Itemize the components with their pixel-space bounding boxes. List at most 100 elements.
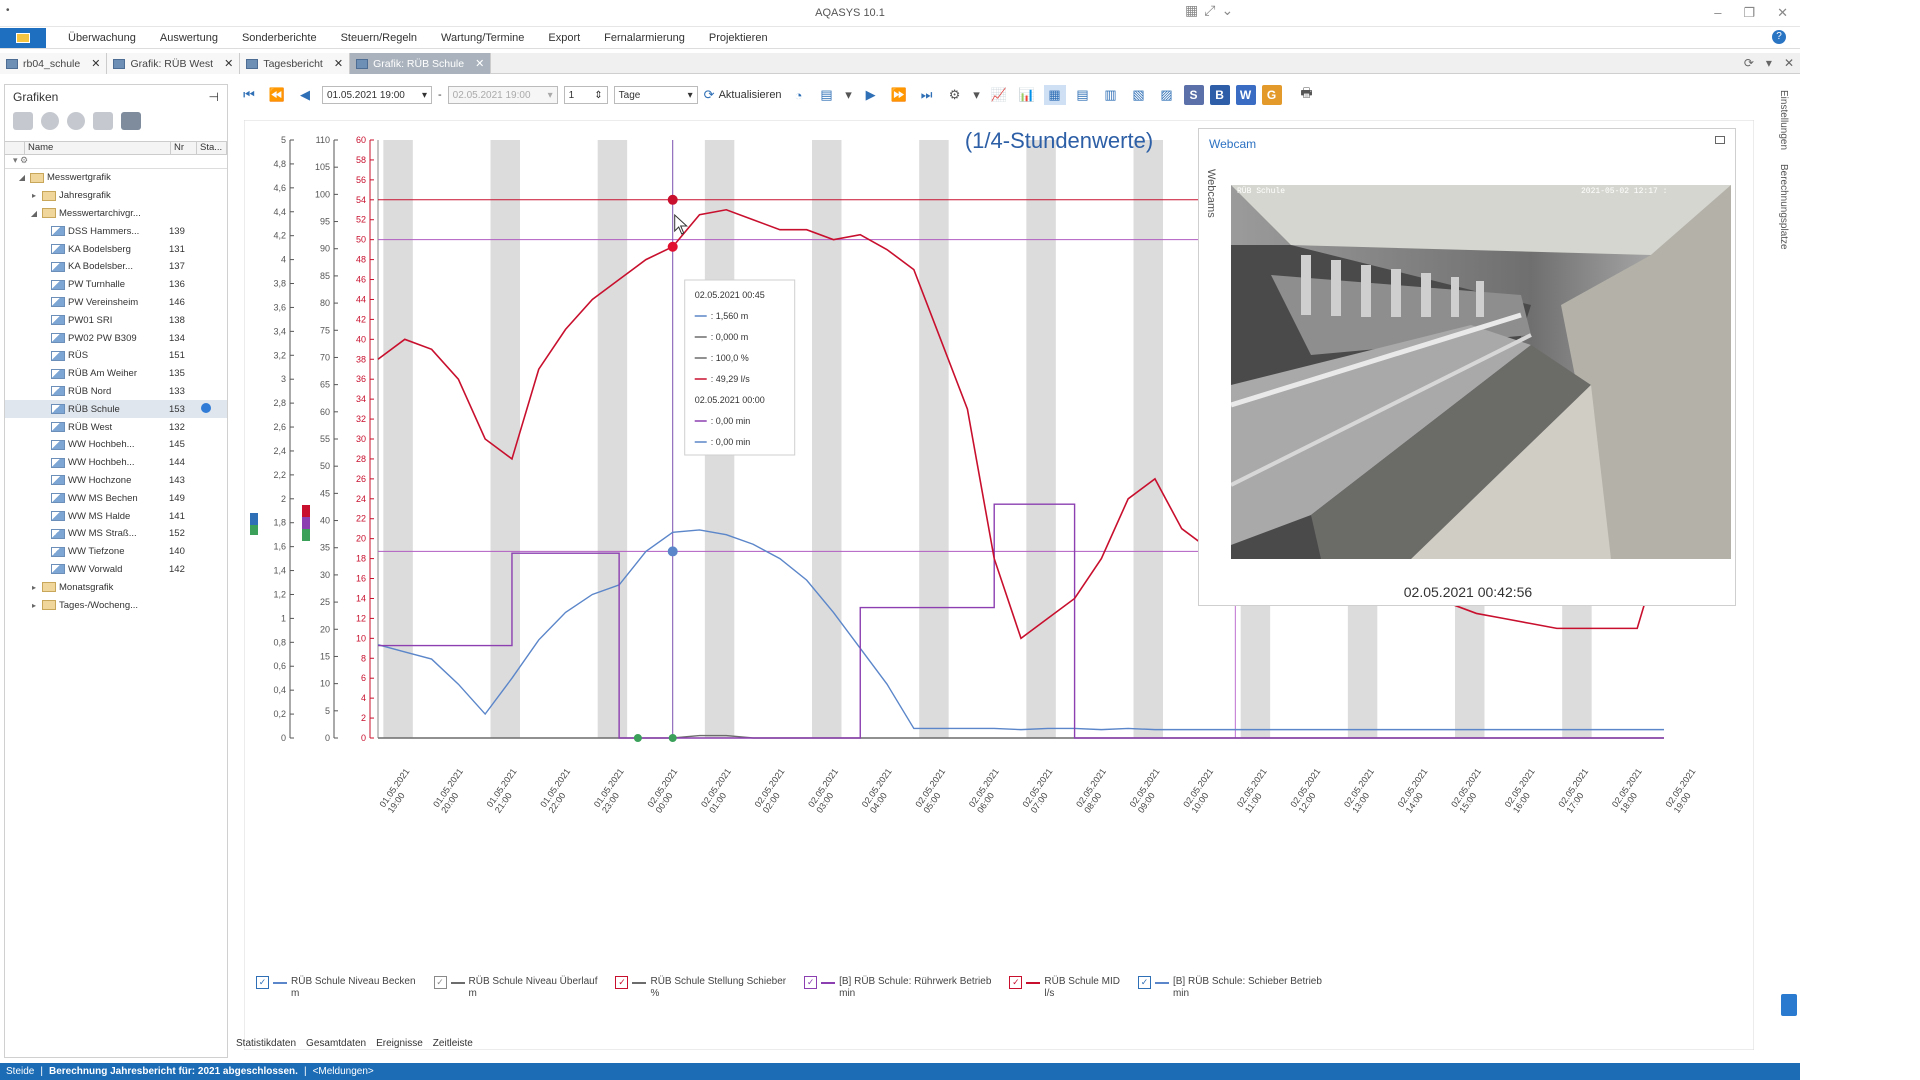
close-tab-icon[interactable]: ✕: [475, 57, 484, 70]
close-tab-icon[interactable]: ✕: [334, 57, 343, 70]
menu-wartung-termine[interactable]: Wartung/Termine: [429, 32, 536, 44]
help-icon[interactable]: ?: [1772, 30, 1786, 44]
legend-checkbox[interactable]: ✓: [1137, 976, 1151, 989]
menu-auswertung[interactable]: Auswertung: [148, 32, 230, 44]
tree-item[interactable]: KA Bodelsberg 131: [5, 240, 227, 258]
legend-item[interactable]: ✓ [B] RÜB Schule: Schieber Betrieb min: [1137, 976, 1322, 1000]
tree-item[interactable]: RÜB Schule 153: [5, 400, 227, 419]
legend-checkbox[interactable]: ✓: [615, 976, 629, 989]
tree-item[interactable]: ▸ Jahresgrafik: [5, 187, 227, 205]
calendar-icon[interactable]: ▤: [816, 85, 838, 105]
legend-item[interactable]: ✓ [B] RÜB Schule: Rührwerk Betrieb min: [804, 976, 991, 1000]
tree-item[interactable]: WW Tiefzone 140: [5, 543, 227, 561]
last-icon[interactable]: ⏭: [916, 85, 938, 105]
line-chart-icon[interactable]: 📈: [988, 85, 1010, 105]
copy-icon[interactable]: [93, 112, 113, 130]
column-status[interactable]: Sta...: [197, 142, 227, 154]
tree-item[interactable]: PW Turnhalle 136: [5, 276, 227, 294]
tree-item[interactable]: WW Hochzone 143: [5, 472, 227, 490]
tree-item[interactable]: WW Hochbeh... 145: [5, 436, 227, 454]
tree-item[interactable]: WW MS Halde 141: [5, 507, 227, 525]
tree-item[interactable]: ◢ Messwertgrafik: [5, 169, 227, 187]
tab-list-icon[interactable]: ▾: [1766, 56, 1772, 70]
tab-grafik-rueb-west[interactable]: Grafik: RÜB West ✕: [107, 53, 241, 74]
tab-gesamtdaten[interactable]: Gesamtdaten: [306, 1038, 366, 1049]
area-chart-icon[interactable]: 📊: [1016, 85, 1038, 105]
tree-item[interactable]: WW Vorwald 142: [5, 561, 227, 579]
refresh-button[interactable]: ⟳ Aktualisieren: [704, 85, 782, 105]
database-add-icon[interactable]: ▤: [1072, 85, 1094, 105]
menu-export[interactable]: Export: [536, 32, 592, 44]
webcams-side-tab[interactable]: Webcams: [1205, 169, 1217, 218]
tree-item[interactable]: WW MS Straß... 152: [5, 525, 227, 543]
first-icon[interactable]: ⏮: [238, 85, 260, 105]
save-icon[interactable]: [121, 112, 141, 130]
status-messages[interactable]: <Meldungen>: [313, 1066, 374, 1077]
close-all-icon[interactable]: ✕: [1784, 56, 1794, 70]
database-icon[interactable]: ▦: [1043, 85, 1066, 105]
refresh-tabs-icon[interactable]: ⟳: [1744, 56, 1754, 70]
rewind-icon[interactable]: ⏪: [266, 85, 288, 105]
database-warning-icon[interactable]: ▧: [1128, 85, 1150, 105]
database-export-icon[interactable]: ▥: [1100, 85, 1122, 105]
close-button[interactable]: ✕: [1777, 5, 1788, 21]
s-button[interactable]: S: [1183, 85, 1204, 105]
close-tab-icon[interactable]: ✕: [91, 57, 100, 70]
tree-item[interactable]: WW MS Bechen 149: [5, 489, 227, 507]
legend-checkbox[interactable]: ✓: [256, 976, 269, 989]
chevron-down-icon[interactable]: ⌄: [1221, 2, 1233, 19]
legend-item[interactable]: ✓ RÜB Schule Niveau Überlauf m: [433, 976, 597, 1000]
date-to-input[interactable]: 02.05.2021 19:00 ▾: [447, 86, 558, 104]
tree-item[interactable]: DSS Hammers... 139: [5, 222, 227, 240]
column-name[interactable]: Name: [25, 142, 171, 154]
database-alert-icon[interactable]: ▨: [1156, 85, 1178, 105]
settings-icon[interactable]: ⚙: [944, 85, 966, 105]
tab-ereignisse[interactable]: Ereignisse: [376, 1038, 423, 1049]
date-from-input[interactable]: 01.05.2021 19:00 ▾: [322, 86, 432, 104]
fullscreen-icon[interactable]: ⤢: [1204, 2, 1215, 19]
previous-icon[interactable]: ◀: [294, 85, 316, 105]
legend-item[interactable]: ✓ RÜB Schule Stellung Schieber%: [615, 976, 786, 1000]
layout-grid-icon[interactable]: ▦: [1185, 2, 1198, 19]
new-folder-icon[interactable]: [13, 112, 33, 130]
tab-zeitleiste[interactable]: Zeitleiste: [433, 1038, 473, 1049]
tree-item[interactable]: RÜB Nord 133: [5, 383, 227, 401]
menu-steuern-regeln[interactable]: Steuern/Regeln: [329, 32, 429, 44]
tab-statistikdaten[interactable]: Statistikdaten: [236, 1038, 296, 1049]
g-button[interactable]: G: [1261, 85, 1282, 105]
calendar-dropdown-icon[interactable]: ▾: [844, 85, 854, 105]
settings-side-tab[interactable]: Einstellungen: [1778, 90, 1789, 150]
tree-item[interactable]: ▸ Tages-/Wocheng...: [5, 596, 227, 614]
tree-item[interactable]: RÜB Am Weiher 135: [5, 365, 227, 383]
w-button[interactable]: W: [1235, 85, 1256, 105]
tab-rb04-schule[interactable]: rb04_schule ✕: [0, 53, 108, 74]
app-menu-button[interactable]: [0, 27, 46, 48]
tree-item[interactable]: PW02 PW B309 134: [5, 329, 227, 347]
menu-ueberwachung[interactable]: Überwachung: [56, 32, 148, 44]
b-button[interactable]: B: [1209, 85, 1230, 105]
expand-arrow-icon[interactable]: ▸: [29, 191, 39, 200]
restore-button[interactable]: ❐: [1743, 5, 1755, 21]
tree-item[interactable]: ◢ Messwertarchivgr...: [5, 205, 227, 223]
legend-checkbox[interactable]: ✓: [1009, 976, 1023, 989]
collapse-arrow-icon[interactable]: ◢: [17, 173, 27, 182]
tab-grafik-rueb-schule[interactable]: Grafik: RÜB Schule ✕: [350, 53, 492, 74]
side-toggle-button[interactable]: [1781, 994, 1797, 1016]
fast-forward-icon[interactable]: ⏩: [888, 85, 910, 105]
legend-checkbox[interactable]: ✓: [433, 976, 447, 989]
menu-sonderberichte[interactable]: Sonderberichte: [230, 32, 329, 44]
remove-icon[interactable]: [67, 112, 85, 130]
calculation-side-tab[interactable]: Berechnungsplatze: [1778, 164, 1789, 250]
tree-item[interactable]: RÜB West 132: [5, 418, 227, 436]
expand-arrow-icon[interactable]: ▸: [29, 583, 39, 592]
tree-item[interactable]: PW01 SRI 138: [5, 311, 227, 329]
tree-item[interactable]: KA Bodelsber... 137: [5, 258, 227, 276]
close-tab-icon[interactable]: ✕: [224, 57, 233, 70]
tree-item[interactable]: WW Hochbeh... 144: [5, 454, 227, 472]
legend-item[interactable]: ✓ RÜB Schule Niveau Becken m: [256, 976, 416, 1000]
menu-fernalarmierung[interactable]: Fernalarmierung: [592, 32, 697, 44]
menu-projektieren[interactable]: Projektieren: [697, 32, 780, 44]
expand-arrow-icon[interactable]: ▸: [29, 601, 39, 610]
legend-item[interactable]: ✓ RÜB Schule MID l/s: [1009, 976, 1120, 1000]
settings-dropdown-icon[interactable]: ▾: [972, 85, 982, 105]
